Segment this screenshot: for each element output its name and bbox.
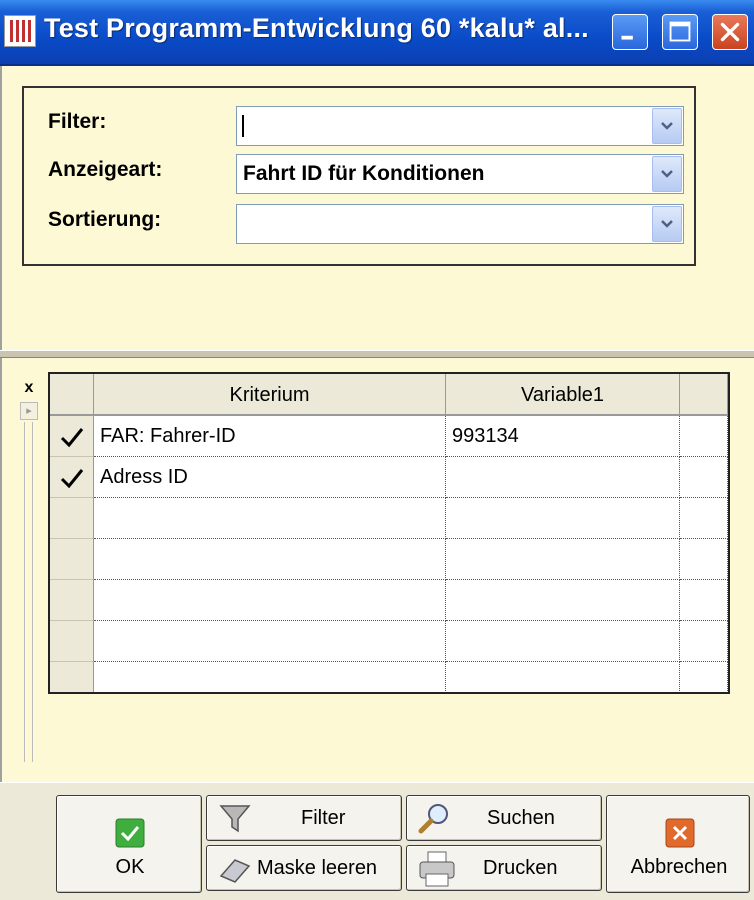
filter-button-label: Filter — [301, 807, 346, 829]
cell-empty — [680, 580, 728, 621]
close-button[interactable] — [712, 14, 748, 50]
check-icon — [60, 469, 84, 489]
cell-empty — [680, 416, 728, 457]
cell-kriterium[interactable] — [94, 539, 446, 580]
clear-mask-button[interactable]: Maske leeren — [206, 845, 402, 891]
print-button-label: Drucken — [483, 857, 558, 879]
cancel-button[interactable]: Abbrechen — [606, 795, 750, 893]
chevron-down-icon — [661, 220, 673, 228]
cell-kriterium[interactable] — [94, 498, 446, 539]
cell-variable1[interactable] — [446, 621, 680, 662]
expand-arrow-icon[interactable]: ▸ — [20, 402, 38, 420]
printer-icon — [419, 851, 455, 887]
column-header-variable1[interactable]: Variable1 — [446, 374, 680, 416]
column-header-kriterium[interactable]: Kriterium — [94, 374, 446, 416]
cell-empty — [680, 621, 728, 662]
grid-close-button[interactable]: x — [18, 380, 40, 398]
filter-panel: Filter: Anzeigeart: Fahrt ID für Konditi… — [0, 66, 754, 350]
panel-rail — [24, 422, 25, 762]
cell-variable1[interactable] — [446, 457, 680, 498]
chevron-down-icon — [661, 170, 673, 178]
funnel-icon — [219, 805, 251, 833]
column-header-empty — [680, 374, 728, 416]
window-title: Test Programm-Entwicklung 60 *kalu* al..… — [44, 13, 589, 43]
filter-group: Filter: Anzeigeart: Fahrt ID für Konditi… — [22, 86, 696, 266]
cell-variable1[interactable] — [446, 580, 680, 621]
check-icon — [60, 428, 84, 448]
ok-button[interactable]: OK — [56, 795, 202, 893]
cell-kriterium[interactable]: FAR: Fahrer-ID — [94, 416, 446, 457]
cell-empty — [680, 498, 728, 539]
cell-empty — [680, 539, 728, 580]
display-type-label: Anzeigeart: — [48, 158, 163, 181]
splitter[interactable] — [0, 350, 754, 358]
cell-variable1[interactable] — [446, 539, 680, 580]
row-selector[interactable] — [50, 539, 94, 580]
row-selector-header — [50, 374, 94, 416]
sort-combobox[interactable] — [236, 204, 684, 244]
cell-empty — [680, 662, 728, 692]
row-selector[interactable] — [50, 498, 94, 539]
minimize-icon — [621, 35, 633, 40]
eraser-icon — [219, 859, 251, 883]
filter-dropdown-button[interactable] — [652, 108, 682, 144]
maximize-button[interactable] — [662, 14, 698, 50]
row-selector[interactable] — [50, 416, 94, 457]
display-type-combobox[interactable]: Fahrt ID für Konditionen — [236, 154, 684, 194]
button-bar: OK Filter Maske leeren Suchen Drucken Ab… — [0, 782, 754, 900]
display-type-value: Fahrt ID für Konditionen — [243, 162, 485, 185]
filter-combobox[interactable] — [236, 106, 684, 146]
row-selector[interactable] — [50, 457, 94, 498]
display-type-dropdown-button[interactable] — [652, 156, 682, 192]
chevron-down-icon — [661, 122, 673, 130]
criteria-grid[interactable]: Kriterium Variable1 FAR: Fahrer-ID 993134… — [48, 372, 730, 694]
sort-label: Sortierung: — [48, 208, 162, 231]
grid-panel: x ▸ Kriterium Variable1 FAR: Fahrer-ID 99… — [0, 358, 754, 782]
text-caret — [242, 115, 244, 137]
title-bar[interactable]: Test Programm-Entwicklung 60 *kalu* al..… — [0, 0, 754, 66]
row-selector[interactable] — [50, 580, 94, 621]
filter-label: Filter: — [48, 110, 107, 133]
sort-dropdown-button[interactable] — [652, 206, 682, 242]
cell-empty — [680, 457, 728, 498]
cell-variable1[interactable]: 993134 — [446, 416, 680, 457]
filter-button[interactable]: Filter — [206, 795, 402, 841]
cell-kriterium[interactable]: Adress ID — [94, 457, 446, 498]
app-icon — [4, 15, 36, 47]
cell-variable1[interactable] — [446, 498, 680, 539]
cell-kriterium[interactable] — [94, 662, 446, 692]
cell-kriterium[interactable] — [94, 621, 446, 662]
check-icon — [115, 818, 145, 848]
cancel-label: Abbrechen — [630, 856, 728, 878]
row-selector[interactable] — [50, 621, 94, 662]
minimize-button[interactable] — [612, 14, 648, 50]
print-button[interactable]: Drucken — [406, 845, 602, 891]
cell-kriterium[interactable] — [94, 580, 446, 621]
panel-rail — [32, 422, 33, 762]
row-selector[interactable] — [50, 662, 94, 692]
maximize-icon — [669, 21, 691, 42]
cell-variable1[interactable] — [446, 662, 680, 692]
magnifier-icon — [418, 804, 448, 834]
x-icon — [665, 818, 695, 848]
clear-mask-label: Maske leeren — [257, 857, 378, 879]
close-icon — [720, 22, 740, 42]
search-button[interactable]: Suchen — [406, 795, 602, 841]
ok-label: OK — [115, 856, 145, 878]
search-button-label: Suchen — [487, 807, 555, 829]
